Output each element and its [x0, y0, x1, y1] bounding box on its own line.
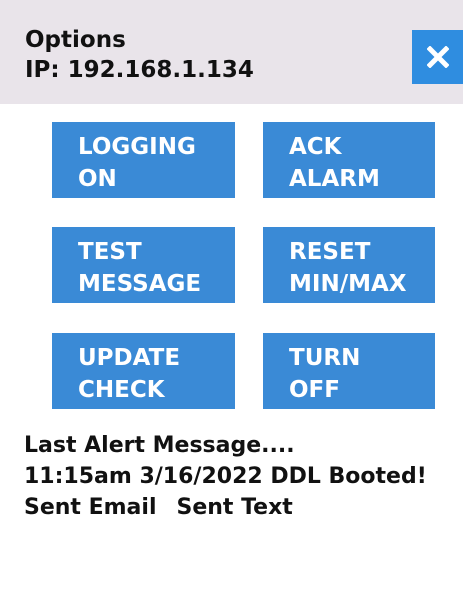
page-title: Options [25, 27, 126, 53]
alert-detail: 11:15am 3/16/2022 DDL Booted! [24, 464, 427, 489]
alert-status: Sent Email Sent Text [24, 492, 427, 523]
button-label-line1: TEST [78, 239, 142, 265]
update-check-button[interactable]: UPDATE CHECK [52, 333, 235, 409]
last-alert-panel: Last Alert Message.... 11:15am 3/16/2022… [24, 430, 427, 523]
reset-min-max-button[interactable]: RESET MIN/MAX [263, 227, 435, 303]
test-message-button[interactable]: TEST MESSAGE [52, 227, 235, 303]
ack-alarm-button[interactable]: ACK ALARM [263, 122, 435, 198]
alert-heading: Last Alert Message.... [24, 433, 295, 458]
logging-on-button[interactable]: LOGGING ON [52, 122, 235, 198]
button-label-line1: UPDATE [78, 345, 181, 371]
sent-email-status: Sent Email [24, 495, 157, 520]
button-label-line1: ACK [289, 134, 342, 160]
close-icon [426, 46, 449, 68]
button-label-line2: MESSAGE [78, 271, 202, 297]
options-header: Options IP: 192.168.1.134 [0, 0, 463, 104]
button-label-line2: CHECK [78, 377, 165, 403]
turn-off-button[interactable]: TURN OFF [263, 333, 435, 409]
button-label-line1: RESET [289, 239, 371, 265]
button-label-line2: ALARM [289, 166, 380, 192]
sent-text-status: Sent Text [176, 495, 293, 520]
button-label-line1: TURN [289, 345, 361, 371]
button-label-line2: OFF [289, 377, 340, 403]
ip-address: IP: 192.168.1.134 [25, 57, 254, 83]
button-label-line1: LOGGING [78, 134, 196, 160]
close-button[interactable] [412, 30, 463, 84]
button-label-line2: MIN/MAX [289, 271, 407, 297]
button-label-line2: ON [78, 166, 117, 192]
